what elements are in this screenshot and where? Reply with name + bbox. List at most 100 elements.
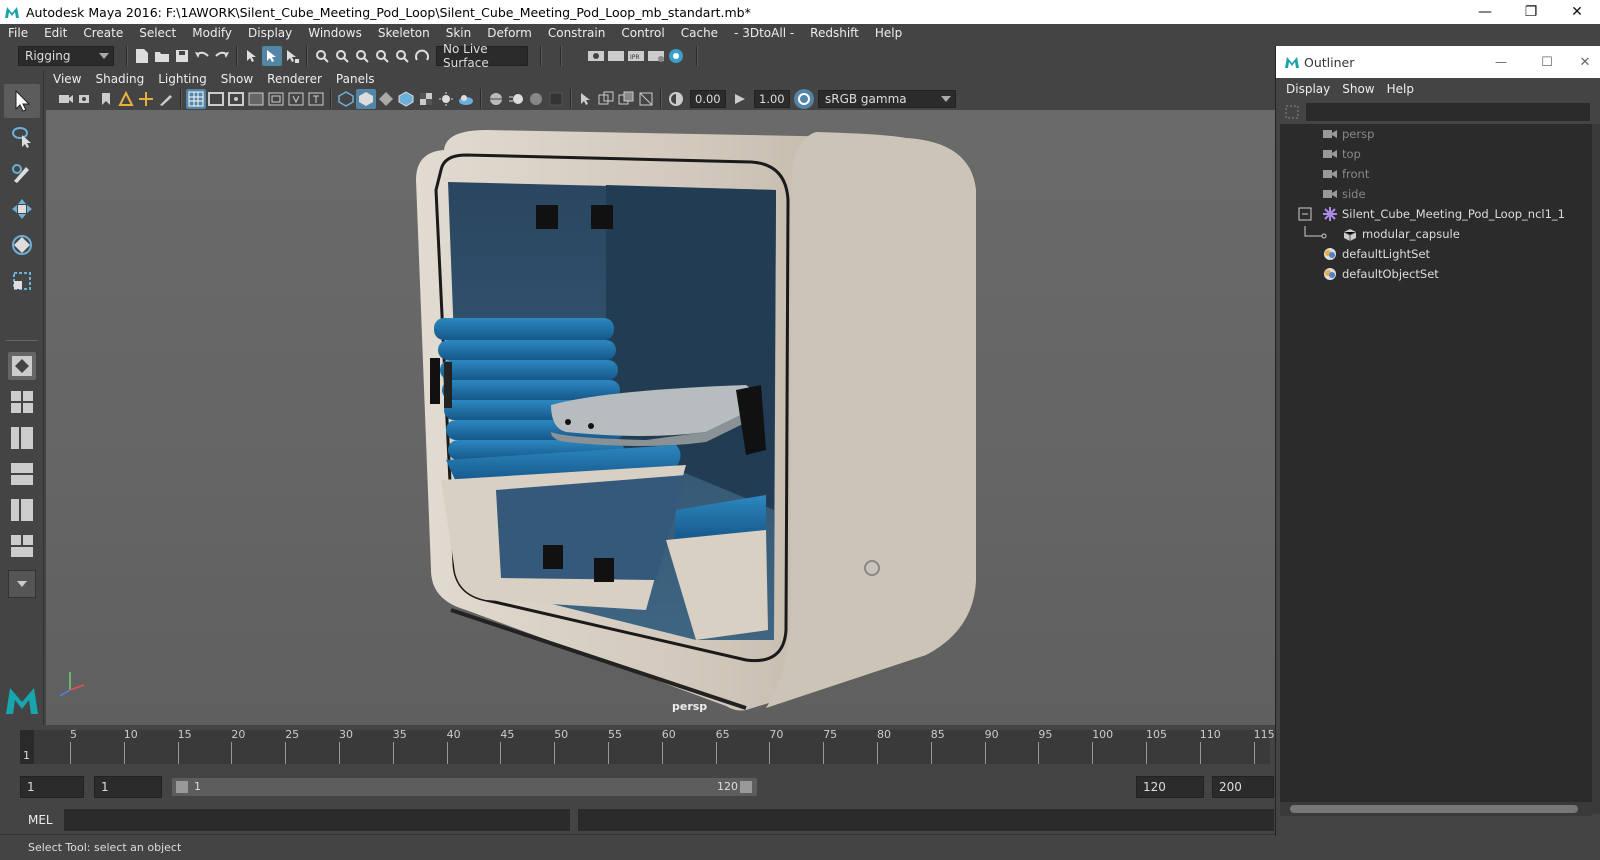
outliner-item-group[interactable]: Silent_Cube_Meeting_Pod_Loop_ncl1_1 xyxy=(1298,204,1565,224)
menu-modify[interactable]: Modify xyxy=(184,26,240,40)
exposure-icon[interactable] xyxy=(666,89,686,109)
rotate-tool-icon[interactable] xyxy=(4,228,40,262)
panel-menu-view[interactable]: View xyxy=(46,72,88,86)
menu-display[interactable]: Display xyxy=(240,26,300,40)
range-start-handle[interactable] xyxy=(176,781,188,793)
smooth-shade-icon[interactable] xyxy=(356,89,376,109)
menuset-dropdown[interactable]: Rigging xyxy=(18,46,114,66)
more-layouts-icon[interactable] xyxy=(8,570,36,598)
film-gate-icon[interactable] xyxy=(206,89,226,109)
save-scene-icon[interactable] xyxy=(172,46,192,66)
panel-menu-panels[interactable]: Panels xyxy=(329,72,382,86)
max-time-field[interactable]: 200 xyxy=(1212,776,1274,798)
wireframe-on-shaded-icon[interactable] xyxy=(396,89,416,109)
menu-create[interactable]: Create xyxy=(75,26,131,40)
menu-cache[interactable]: Cache xyxy=(673,26,726,40)
xray-joints-icon[interactable] xyxy=(616,89,636,109)
menu-deform[interactable]: Deform xyxy=(479,26,540,40)
move-tool-icon[interactable] xyxy=(4,192,40,226)
start-time-field[interactable]: 1 xyxy=(20,776,84,798)
outliner-search-input[interactable] xyxy=(1306,103,1590,121)
grid-toggle-icon[interactable] xyxy=(186,89,206,109)
current-time-field[interactable]: 1 xyxy=(94,776,162,798)
outliner-persp-layout-icon[interactable] xyxy=(8,424,36,452)
snap-plane-icon[interactable] xyxy=(372,46,392,66)
wireframe-icon[interactable] xyxy=(336,89,356,109)
outliner-menu-show[interactable]: Show xyxy=(1336,82,1380,96)
resolution-gate-icon[interactable] xyxy=(226,89,246,109)
new-scene-icon[interactable] xyxy=(132,46,152,66)
field-chart-icon[interactable] xyxy=(266,89,286,109)
perspective-viewport[interactable]: persp xyxy=(46,110,1276,725)
outliner-item-persp[interactable]: persp xyxy=(1322,124,1374,144)
undo-icon[interactable] xyxy=(192,46,212,66)
select-object-icon[interactable] xyxy=(262,46,282,66)
image-plane-icon[interactable] xyxy=(116,89,136,109)
outliner-item-top[interactable]: top xyxy=(1322,144,1361,164)
menu-edit[interactable]: Edit xyxy=(36,26,75,40)
minimize-icon[interactable]: — xyxy=(1462,0,1508,24)
camera-select-icon[interactable] xyxy=(56,89,76,109)
range-end-handle[interactable] xyxy=(740,781,752,793)
gamma-field[interactable]: 1.00 xyxy=(754,90,790,108)
menu-redshift[interactable]: Redshift xyxy=(802,26,867,40)
open-scene-icon[interactable] xyxy=(152,46,172,66)
use-all-lights-icon[interactable] xyxy=(436,89,456,109)
graph-layout-icon[interactable] xyxy=(8,460,36,488)
menu-skeleton[interactable]: Skeleton xyxy=(370,26,438,40)
close-icon[interactable]: ✕ xyxy=(1570,46,1600,78)
current-frame-marker[interactable]: 1 xyxy=(20,730,34,764)
close-icon[interactable]: ✕ xyxy=(1554,0,1600,24)
select-component-icon[interactable] xyxy=(282,46,302,66)
panel-menu-renderer[interactable]: Renderer xyxy=(260,72,329,86)
time-slider[interactable]: 1 5 10 15 20 25 30 35 40 45 50 55 60 65 70 75 80 85 90 95 1… xyxy=(0,728,1275,768)
default-material-icon[interactable] xyxy=(376,89,396,109)
menu-3dtoall[interactable]: - 3DtoAll - xyxy=(726,26,802,40)
paint-select-icon[interactable] xyxy=(4,156,40,190)
live-surface-field[interactable]: No Live Surface xyxy=(436,42,528,70)
outliner-item-front[interactable]: front xyxy=(1322,164,1369,184)
depth-of-field-icon[interactable] xyxy=(546,89,566,109)
lasso-tool-icon[interactable] xyxy=(4,120,40,154)
isolate-select-icon[interactable] xyxy=(576,89,596,109)
menu-control[interactable]: Control xyxy=(613,26,672,40)
minimize-icon[interactable]: — xyxy=(1478,46,1524,78)
outliner-menu-display[interactable]: Display xyxy=(1280,82,1336,96)
xray-icon[interactable] xyxy=(596,89,616,109)
render-view-icon[interactable] xyxy=(646,46,666,66)
select-tool-icon[interactable] xyxy=(4,84,40,118)
grease-pencil-icon[interactable] xyxy=(156,89,176,109)
script-language-label[interactable]: MEL xyxy=(28,813,53,827)
panel-menu-shading[interactable]: Shading xyxy=(88,72,151,86)
outliner-item-mesh[interactable]: modular_capsule xyxy=(1302,224,1460,244)
scale-tool-icon[interactable] xyxy=(4,264,40,298)
redshift-icon[interactable] xyxy=(666,46,686,66)
view-transform-dropdown[interactable]: sRGB gamma xyxy=(818,90,956,108)
menu-constrain[interactable]: Constrain xyxy=(540,26,614,40)
menu-help[interactable]: Help xyxy=(867,26,910,40)
collapse-icon[interactable] xyxy=(1298,207,1312,221)
maximize-icon[interactable]: ☐ xyxy=(1524,46,1570,78)
outliner-item-lightset[interactable]: defaultLightSet xyxy=(1322,244,1430,264)
restore-icon[interactable]: ❐ xyxy=(1508,0,1554,24)
outliner-vertical-scrollbar[interactable] xyxy=(1592,124,1600,814)
outliner-item-objectset[interactable]: defaultObjectSet xyxy=(1322,264,1439,284)
outliner-horizontal-scrollbar[interactable] xyxy=(1280,802,1592,816)
panel-menu-lighting[interactable]: Lighting xyxy=(151,72,214,86)
snap-point-icon[interactable] xyxy=(352,46,372,66)
range-slider[interactable]: 1 120 xyxy=(172,778,757,796)
single-pane-layout-icon[interactable] xyxy=(8,352,36,380)
anti-aliasing-icon[interactable] xyxy=(526,89,546,109)
snap-surface-icon[interactable] xyxy=(392,46,412,66)
four-pane-layout-icon[interactable] xyxy=(8,388,36,416)
select-hierarchy-icon[interactable] xyxy=(242,46,262,66)
outliner-menu-help[interactable]: Help xyxy=(1381,82,1420,96)
textured-icon[interactable] xyxy=(416,89,436,109)
command-input[interactable] xyxy=(64,809,570,831)
menu-skin[interactable]: Skin xyxy=(438,26,480,40)
camera-attributes-icon[interactable] xyxy=(76,89,96,109)
xray-components-icon[interactable] xyxy=(636,89,656,109)
timeline-track[interactable] xyxy=(20,730,1270,764)
gate-mask-icon[interactable] xyxy=(246,89,266,109)
ipr-render-icon[interactable]: IPR xyxy=(626,46,646,66)
